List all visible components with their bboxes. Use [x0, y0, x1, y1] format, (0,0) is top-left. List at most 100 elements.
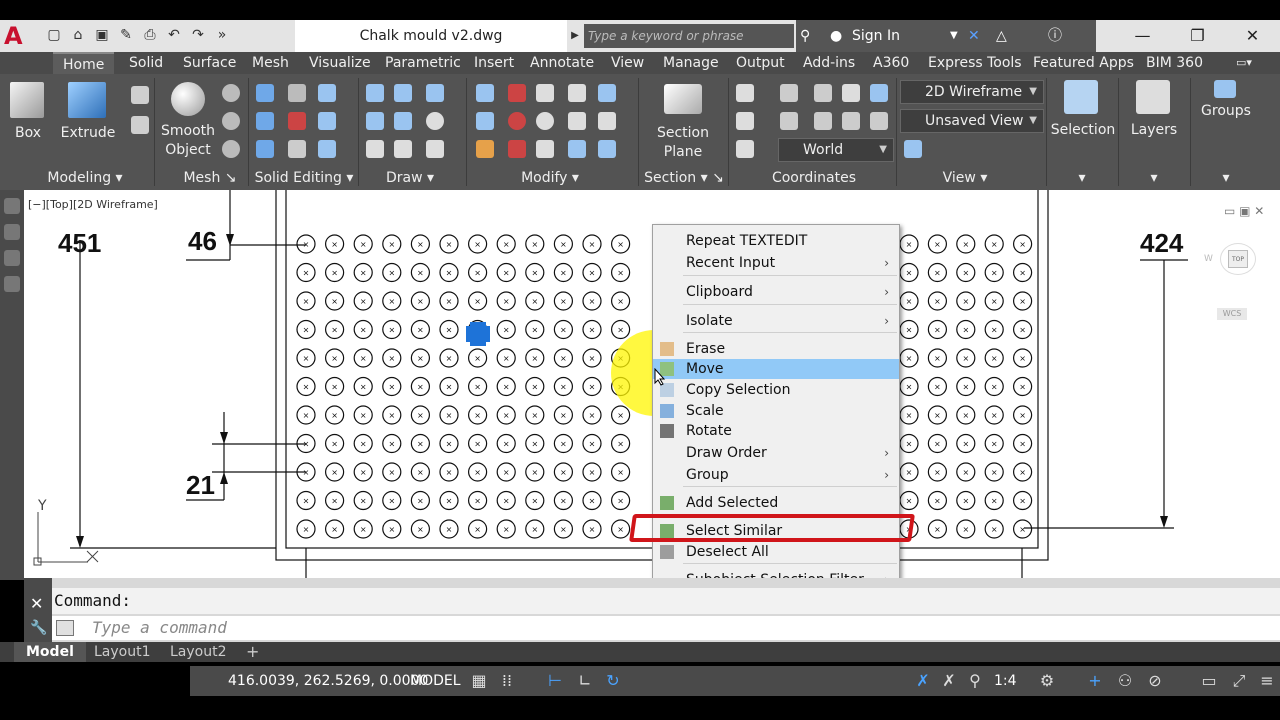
tab-express-tools[interactable]: Express Tools [928, 52, 1022, 74]
polygon-icon[interactable] [366, 140, 384, 158]
viewcube-face[interactable]: TOP [1228, 250, 1248, 268]
arc-icon[interactable] [426, 84, 444, 102]
xline-icon[interactable] [394, 112, 412, 130]
annotation-monitor-icon[interactable]: + [1086, 672, 1104, 690]
menu-item-isolate[interactable]: Isolate › [653, 311, 899, 331]
rotate-icon[interactable] [536, 112, 554, 130]
tab-model[interactable]: Model [14, 642, 86, 662]
tab-manage[interactable]: Manage [663, 52, 719, 74]
binoculars-icon[interactable]: ⚲ [800, 20, 810, 52]
tab-annotate[interactable]: Annotate [530, 52, 594, 74]
menu-item-erase[interactable]: Erase [653, 339, 899, 359]
ucs-3point-icon[interactable] [870, 112, 888, 130]
spline-icon[interactable] [366, 112, 384, 130]
extrude-icon[interactable] [68, 82, 106, 118]
wcs-menu[interactable]: WCS [1217, 308, 1247, 320]
presspull-icon[interactable] [131, 86, 149, 104]
menu-item-add-selected[interactable]: Add Selected [653, 493, 899, 513]
polyline-icon[interactable] [394, 84, 412, 102]
fillet-edge-icon[interactable] [288, 140, 306, 158]
restore-button[interactable]: ❐ [1170, 20, 1225, 52]
smooth-object-icon[interactable] [171, 82, 205, 116]
fillet-icon[interactable] [598, 112, 616, 130]
box-button[interactable]: Box [6, 124, 50, 143]
mesh-smooth-more-icon[interactable] [222, 84, 240, 102]
menu-item-move[interactable]: Move [653, 359, 899, 379]
help-icon[interactable]: ⓘ [1048, 20, 1062, 52]
ucs-dropdown[interactable]: World ▼ [778, 138, 894, 162]
hardware-accel-icon[interactable]: ⊘ [1146, 672, 1164, 690]
tab-bim-360[interactable]: BIM 360 [1146, 52, 1203, 74]
workspace-gear-icon[interactable]: ⚙ [1038, 672, 1056, 690]
selection-dropdown-icon[interactable]: ▾ [1070, 168, 1094, 188]
tab-layout1[interactable]: Layout1 [94, 642, 151, 662]
ucs-view-icon[interactable] [842, 84, 860, 102]
visual-style-dropdown[interactable]: 2D Wireframe ▼ [900, 80, 1044, 104]
union-icon[interactable] [256, 84, 274, 102]
ls-tool-icon-3[interactable] [4, 250, 20, 266]
layers-button[interactable]: Layers [1124, 121, 1184, 140]
groups-button[interactable]: Groups [1196, 102, 1256, 121]
open-icon[interactable]: ⌂ [70, 27, 86, 43]
units-icon[interactable]: ⚇ [1116, 672, 1134, 690]
ucs-origin-icon[interactable] [814, 84, 832, 102]
circle-icon[interactable] [426, 112, 444, 130]
command-prompt-icon[interactable] [56, 620, 74, 636]
close-button[interactable]: ✕ [1225, 20, 1280, 52]
ls-tool-icon-2[interactable] [4, 224, 20, 240]
ucs-object-icon[interactable] [736, 112, 754, 130]
exchange-apps-icon[interactable]: ✕ [968, 20, 980, 52]
panel-draw[interactable]: Draw ▾ [370, 168, 450, 188]
menu-item-scale[interactable]: Scale [653, 401, 899, 421]
copy-icon[interactable] [568, 84, 586, 102]
selection-icon[interactable] [1064, 80, 1098, 114]
viewport-config-icon[interactable] [904, 140, 922, 158]
box-icon[interactable] [10, 82, 44, 118]
ls-tool-icon-1[interactable] [4, 198, 20, 214]
viewport-window-controls[interactable]: ▭ ▣ ✕ [1224, 204, 1264, 218]
panel-view[interactable]: View ▾ [920, 168, 1010, 188]
chevron-right-icon[interactable]: ▶ [568, 24, 582, 48]
ellipse-icon[interactable] [426, 140, 444, 158]
minimize-button[interactable]: — [1115, 20, 1170, 52]
ucs-world-icon[interactable] [780, 84, 798, 102]
subtract-icon[interactable] [256, 112, 274, 130]
tab-featured-apps[interactable]: Featured Apps [1033, 52, 1134, 74]
snap-icon[interactable]: ⁞⁞ [498, 672, 516, 690]
cursor-coordinates[interactable]: 416.0039, 262.5269, 0.0000 [228, 666, 428, 696]
menu-item-clipboard[interactable]: Clipboard › [653, 282, 899, 302]
blocks-icon[interactable] [598, 140, 616, 158]
menu-item-draw-order[interactable]: Draw Order › [653, 443, 899, 463]
viewcube-west[interactable]: W [1204, 254, 1213, 264]
erase-icon[interactable] [476, 140, 494, 158]
mesh-smooth-less-icon[interactable] [222, 112, 240, 130]
model-space-toggle[interactable]: MODEL [410, 666, 461, 696]
tab-mesh[interactable]: Mesh [252, 52, 289, 74]
mirror-icon[interactable] [568, 112, 586, 130]
more-icon[interactable]: » [214, 27, 230, 43]
application-menu-button[interactable]: A [0, 20, 38, 52]
stretch-icon[interactable] [598, 84, 616, 102]
panel-coordinates[interactable]: Coordinates ↘ [734, 168, 894, 206]
user-icon[interactable]: ● [830, 20, 842, 52]
menu-item-copy-selection[interactable]: Copy Selection [653, 380, 899, 400]
separate-icon[interactable] [318, 140, 336, 158]
menu-item-rotate[interactable]: Rotate [653, 421, 899, 441]
tab-surface[interactable]: Surface [183, 52, 236, 74]
ortho-icon[interactable]: ∟ [576, 672, 594, 690]
named-view-dropdown[interactable]: Unsaved View ▼ [900, 109, 1044, 133]
offset-icon[interactable] [476, 112, 494, 130]
panel-mesh[interactable]: Mesh ↘ [170, 168, 250, 188]
panel-solid-editing[interactable]: Solid Editing ▾ [252, 168, 356, 188]
taper-icon[interactable] [288, 112, 306, 130]
annotation-scale-value[interactable]: 1:4 [994, 666, 1017, 696]
menu-item-recent-input[interactable]: Recent Input › [653, 253, 899, 273]
polar-tracking-icon[interactable]: ↻ [604, 672, 622, 690]
menu-item-deselect-all[interactable]: Deselect All [653, 542, 899, 562]
thicken-icon[interactable] [318, 112, 336, 130]
groups-icon[interactable] [1214, 80, 1236, 98]
tab-output[interactable]: Output [736, 52, 785, 74]
tab-parametric[interactable]: Parametric [385, 52, 461, 74]
save-as-icon[interactable]: ✎ [118, 27, 134, 43]
groups-dropdown-icon[interactable]: ▾ [1214, 168, 1238, 188]
